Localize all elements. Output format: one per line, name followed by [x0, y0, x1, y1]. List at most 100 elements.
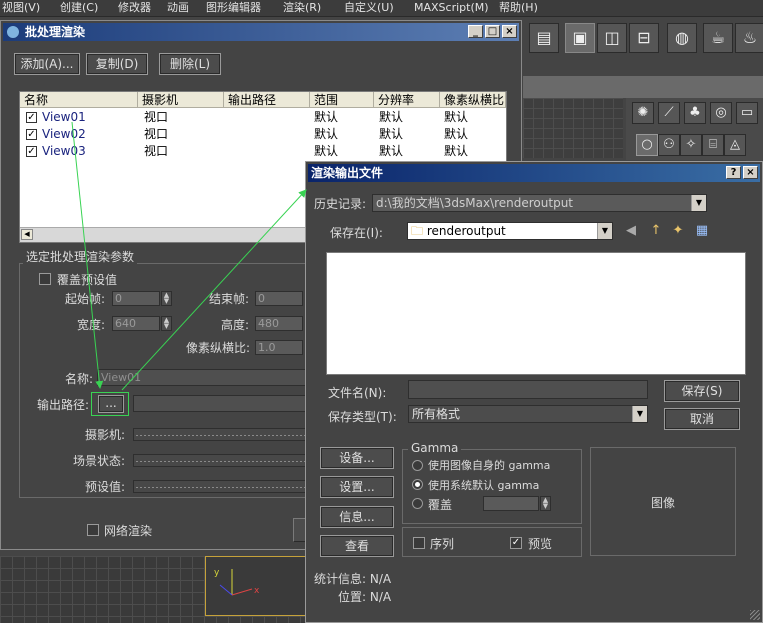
scene-state-dropdown[interactable]	[133, 454, 307, 467]
width-spinner[interactable]: ▲ ▼	[161, 316, 172, 331]
helpers-icon[interactable]: ◬	[724, 134, 746, 156]
menu-animation[interactable]: 动画	[167, 0, 189, 16]
menu-rendering[interactable]: 渲染(R)	[283, 0, 321, 16]
help-button[interactable]: ?	[726, 166, 741, 179]
menu-customize[interactable]: 自定义(U)	[344, 0, 394, 16]
row-enable-checkbox[interactable]: ✓	[26, 112, 37, 123]
cameras-icon[interactable]: ⌸	[702, 134, 724, 156]
toolbar-schematic-icon[interactable]: ⊟	[629, 23, 659, 53]
toolbar-render-setup-icon[interactable]: ☕	[703, 23, 733, 53]
col-header-pixel-aspect[interactable]: 像素纵横比	[440, 92, 506, 108]
chevron-down-icon[interactable]: ▼	[597, 223, 612, 239]
delete-button[interactable]: 删除(L)	[159, 53, 221, 75]
close-button[interactable]: ×	[502, 25, 517, 38]
name-input[interactable]: View01	[97, 369, 307, 386]
col-header-camera[interactable]: 摄影机	[138, 92, 224, 108]
filename-input[interactable]	[408, 380, 648, 399]
gamma-own-radio[interactable]	[412, 460, 423, 471]
net-render-checkbox[interactable]	[87, 524, 99, 536]
menu-graph-editors[interactable]: 图形编辑器	[206, 0, 261, 16]
toolbar-material-editor-icon[interactable]: ◍	[667, 23, 697, 53]
row-camera: 视口	[144, 110, 169, 124]
setup-button[interactable]: 设置...	[320, 476, 394, 498]
width-input[interactable]: 640	[112, 316, 160, 331]
maximize-button[interactable]: □	[485, 25, 500, 38]
shapes-icon[interactable]: ⚇	[658, 134, 680, 156]
col-header-resolution[interactable]: 分辨率	[374, 92, 440, 108]
modify-tab-icon[interactable]: ⟋	[658, 102, 680, 124]
pixel-aspect-input[interactable]: 1.0	[255, 340, 303, 355]
history-label: 历史记录:	[314, 197, 367, 211]
scroll-left-arrow-icon[interactable]: ◀	[21, 229, 33, 240]
close-button[interactable]: ×	[743, 166, 758, 179]
chevron-down-icon[interactable]: ▼	[691, 195, 706, 211]
gamma-override-input[interactable]	[483, 496, 539, 511]
end-frame-input[interactable]: 0	[255, 291, 303, 306]
back-arrow-icon[interactable]: ◀	[623, 223, 639, 239]
copy-button[interactable]: 复制(D)	[86, 53, 148, 75]
menu-view[interactable]: 视图(V)	[2, 0, 40, 16]
output-path-input[interactable]	[133, 395, 307, 412]
row-resolution: 默认	[379, 110, 404, 124]
row-camera: 视口	[144, 127, 169, 141]
toolbar-layer-icon[interactable]: ▤	[529, 23, 559, 53]
camera-label: 摄影机:	[85, 428, 126, 442]
col-header-range[interactable]: 范围	[310, 92, 374, 108]
menu-maxscript[interactable]: MAXScript(M)	[414, 0, 489, 16]
display-tab-icon[interactable]: ▭	[736, 102, 758, 124]
info-button[interactable]: 信息...	[320, 506, 394, 528]
preview-checkbox[interactable]: ✓	[510, 537, 522, 549]
start-frame-input[interactable]: 0	[112, 291, 160, 306]
viewport-perspective[interactable]: y x	[205, 556, 312, 616]
geometry-icon[interactable]: ○	[636, 134, 658, 156]
gamma-own-label: 使用图像自身的 gamma	[428, 459, 551, 472]
override-preset-checkbox[interactable]	[39, 273, 51, 285]
params-group-title: 选定批处理渲染参数	[23, 248, 138, 265]
cancel-button[interactable]: 取消	[664, 408, 740, 430]
new-folder-icon[interactable]: ✦	[670, 223, 686, 239]
render-output-titlebar[interactable]: 渲染输出文件 ? ×	[308, 164, 760, 182]
file-list[interactable]	[326, 252, 746, 375]
history-dropdown[interactable]: d:\我的文档\3dsMax\renderoutput ▼	[372, 194, 707, 212]
camera-dropdown[interactable]	[133, 428, 307, 441]
save-button[interactable]: 保存(S)	[664, 380, 740, 402]
row-enable-checkbox[interactable]: ✓	[26, 146, 37, 157]
up-folder-icon[interactable]: ↑	[648, 223, 664, 239]
preset-dropdown[interactable]	[133, 480, 307, 493]
chevron-down-icon[interactable]: ▼	[632, 406, 647, 422]
toolbar-graphite-icon[interactable]: ▣	[565, 23, 595, 53]
devices-button[interactable]: 设备...	[320, 447, 394, 469]
hierarchy-tab-icon[interactable]: ♣	[684, 102, 706, 124]
batch-render-titlebar[interactable]: 批处理渲染 _ □ ×	[3, 23, 519, 41]
add-button[interactable]: 添加(A)...	[14, 53, 80, 75]
minimize-button[interactable]: _	[468, 25, 483, 38]
create-tab-icon[interactable]: ✺	[632, 102, 654, 124]
gamma-system-radio[interactable]	[412, 479, 423, 490]
view-button[interactable]: 查看	[320, 535, 394, 557]
col-header-output-path[interactable]: 输出路径	[224, 92, 310, 108]
view-menu-icon[interactable]: ▦	[694, 223, 710, 239]
save-in-dropdown[interactable]: 🗀 renderoutput ▼	[407, 222, 613, 240]
row-resolution: 默认	[379, 144, 404, 158]
height-input[interactable]: 480	[255, 316, 303, 331]
motion-tab-icon[interactable]: ◎	[710, 102, 732, 124]
col-header-name[interactable]: 名称	[20, 92, 138, 108]
svg-text:y: y	[214, 568, 220, 578]
sequence-checkbox[interactable]	[413, 537, 425, 549]
row-enable-checkbox[interactable]: ✓	[26, 129, 37, 140]
menu-help[interactable]: 帮助(H)	[499, 0, 538, 16]
row-aspect: 默认	[444, 144, 469, 158]
output-path-browse-button[interactable]: ...	[98, 395, 124, 413]
toolbar-curve-editor-icon[interactable]: ◫	[597, 23, 627, 53]
menu-create[interactable]: 创建(C)	[60, 0, 98, 16]
gamma-override-radio[interactable]	[412, 498, 423, 509]
filetype-dropdown[interactable]: 所有格式 ▼	[408, 405, 648, 423]
gamma-override-spinner[interactable]: ▲ ▼	[540, 496, 551, 511]
lights-icon[interactable]: ✧	[680, 134, 702, 156]
start-frame-spinner[interactable]: ▲ ▼	[161, 291, 172, 306]
toolbar-render-icon[interactable]: ♨	[735, 23, 763, 53]
menu-modifiers[interactable]: 修改器	[118, 0, 151, 16]
preset-label: 预设值:	[85, 480, 126, 494]
viewport-top-grid[interactable]	[523, 98, 623, 158]
resize-grip-icon[interactable]	[750, 610, 760, 620]
